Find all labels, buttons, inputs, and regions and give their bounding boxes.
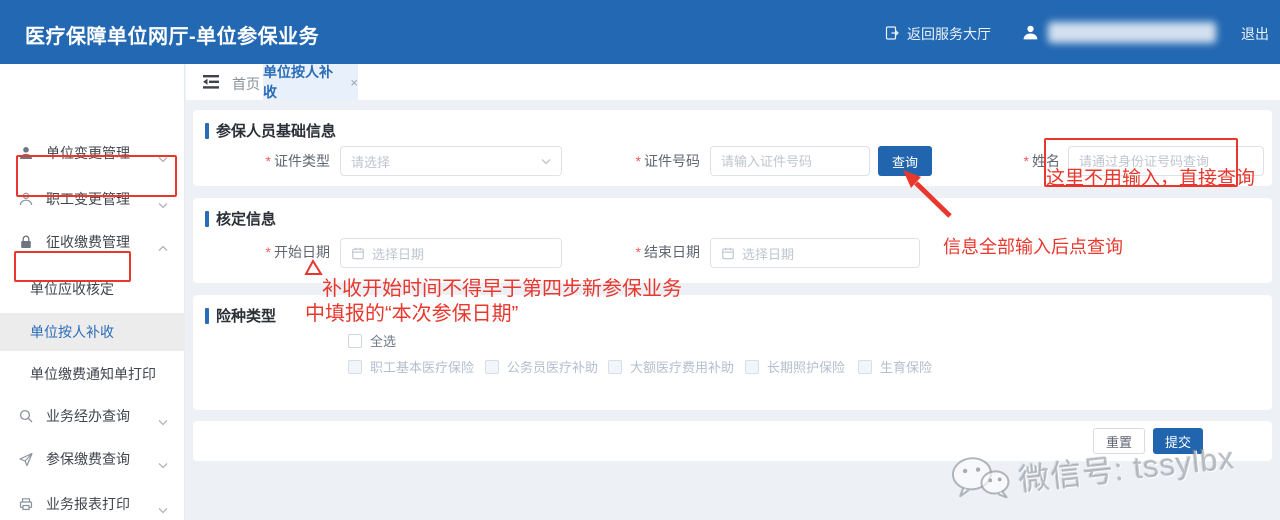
sidebar: 单位变更管理 职工变更管理 征收缴费管理 单位应收核定	[0, 64, 185, 520]
action-bar: 重置 提交	[193, 421, 1272, 461]
sidebar-item-label: 参保缴费查询	[46, 449, 130, 469]
chevron-down-icon	[158, 150, 168, 166]
section-title-bar	[205, 308, 209, 324]
return-doc-icon	[884, 25, 900, 44]
logout-button[interactable]: 退出	[1241, 24, 1269, 44]
calendar-icon	[721, 246, 735, 260]
end-date-picker[interactable]: 选择日期	[710, 238, 920, 268]
chevron-down-icon	[158, 196, 168, 212]
send-icon	[18, 451, 34, 470]
section-title-bar	[205, 123, 209, 139]
username-blurred	[1048, 22, 1216, 43]
name-input[interactable]	[1069, 147, 1263, 175]
section-title: 险种类型	[205, 305, 276, 326]
start-date-placeholder: 选择日期	[372, 244, 424, 263]
start-date-picker[interactable]: 选择日期	[340, 238, 562, 268]
sidebar-item-label: 征收缴费管理	[46, 232, 130, 252]
return-service-hall-label: 返回服务大厅	[907, 24, 991, 44]
checkbox-icon[interactable]	[608, 360, 622, 374]
name-label: *姓名	[950, 153, 1060, 169]
user-icon	[1022, 24, 1039, 46]
sidebar-subitem-label: 单位缴费通知单打印	[30, 364, 156, 384]
tab-home[interactable]: 首页	[232, 74, 260, 94]
app-header: 医疗保障单位网厅-单位参保业务 返回服务大厅 退出	[0, 0, 1280, 64]
tab-unit-per-person-recollect[interactable]: 单位按人补收 ×	[263, 64, 358, 100]
checkbox-icon[interactable]	[858, 360, 872, 374]
tab-close-icon[interactable]: ×	[350, 75, 358, 90]
tab-label: 单位按人补收	[263, 62, 345, 102]
sidebar-item-label: 业务报表打印	[46, 494, 130, 514]
calendar-icon	[351, 246, 365, 260]
chevron-down-icon	[158, 456, 168, 472]
chevron-down-icon	[158, 413, 168, 429]
tab-bar: 首页 单位按人补收 ×	[186, 64, 1280, 100]
sidebar-item-label: 单位变更管理	[46, 143, 130, 163]
app-title: 医疗保障单位网厅-单位参保业务	[25, 20, 319, 49]
checkbox-large-medical-subsidy[interactable]: 大额医疗费用补助	[608, 357, 734, 376]
sidebar-subitem-payment-notice-print[interactable]: 单位缴费通知单打印	[0, 358, 185, 390]
section-insured-basic-info: 参保人员基础信息 *证件类型 请选择 *证件号码 查询 *姓名	[193, 110, 1272, 186]
return-service-hall-button[interactable]: 返回服务大厅	[884, 24, 991, 44]
sidebar-item-report-print[interactable]: 业务报表打印	[0, 488, 185, 520]
select-all-checkbox[interactable]: 全选	[348, 331, 396, 350]
end-date-label: *结束日期	[590, 244, 700, 260]
sidebar-subitem-label: 单位应收核定	[30, 279, 114, 299]
end-date-placeholder: 选择日期	[742, 244, 794, 263]
cert-type-select[interactable]: 请选择	[340, 146, 562, 176]
section-title: 核定信息	[205, 208, 276, 229]
sidebar-subitem-label: 单位按人补收	[30, 322, 114, 342]
lock-icon	[18, 234, 34, 253]
name-field	[1068, 146, 1264, 176]
menu-fold-icon[interactable]	[201, 73, 221, 96]
chevron-up-icon	[158, 239, 168, 255]
section-insurance-type: 险种类型 全选 职工基本医疗保险 公务员医疗补助 大额医疗费用补助 长期照护保险…	[193, 295, 1272, 410]
sidebar-item-business-query[interactable]: 业务经办查询	[0, 400, 185, 432]
cert-type-placeholder: 请选择	[351, 152, 390, 171]
sidebar-item-insurance-payment-query[interactable]: 参保缴费查询	[0, 443, 185, 475]
cert-no-input[interactable]	[711, 147, 869, 175]
cert-type-label: *证件类型	[220, 153, 330, 169]
section-title: 参保人员基础信息	[205, 120, 336, 141]
user-outline-icon	[18, 191, 34, 210]
chevron-down-icon	[541, 158, 551, 165]
sidebar-item-collection-payment[interactable]: 征收缴费管理	[0, 226, 185, 258]
sidebar-item-unit-change[interactable]: 单位变更管理	[0, 137, 185, 169]
sidebar-item-label: 职工变更管理	[46, 189, 130, 209]
checkbox-icon[interactable]	[348, 360, 362, 374]
sidebar-item-label: 业务经办查询	[46, 406, 130, 426]
cert-no-field	[710, 146, 870, 176]
checkbox-longterm-care[interactable]: 长期照护保险	[745, 357, 845, 376]
checkbox-basic-medical[interactable]: 职工基本医疗保险	[348, 357, 474, 376]
checkbox-icon[interactable]	[745, 360, 759, 374]
checkbox-maternity[interactable]: 生育保险	[858, 357, 932, 376]
sidebar-subitem-unit-receivable[interactable]: 单位应收核定	[0, 273, 185, 305]
submit-button[interactable]: 提交	[1153, 428, 1203, 454]
query-button[interactable]: 查询	[878, 146, 932, 176]
unit-insurance-portal-page: 医疗保障单位网厅-单位参保业务 返回服务大厅 退出 单位变更管理	[0, 0, 1280, 520]
sidebar-item-employee-change[interactable]: 职工变更管理	[0, 183, 185, 215]
cert-no-label: *证件号码	[590, 153, 700, 169]
checkbox-icon[interactable]	[485, 360, 499, 374]
search-icon	[18, 408, 34, 427]
checkbox-civil-servant-subsidy[interactable]: 公务员医疗补助	[485, 357, 598, 376]
printer-icon	[18, 496, 34, 515]
reset-button[interactable]: 重置	[1093, 428, 1145, 454]
sidebar-subitem-unit-per-person-recollect[interactable]: 单位按人补收	[0, 313, 185, 351]
section-title-bar	[205, 211, 209, 227]
checkbox-icon[interactable]	[348, 334, 362, 348]
user-solid-icon	[18, 145, 34, 164]
section-verification-info: 核定信息 *开始日期 选择日期 *结束日期 选择日期	[193, 198, 1272, 283]
chevron-down-icon	[158, 501, 168, 517]
start-date-label: *开始日期	[220, 244, 330, 260]
